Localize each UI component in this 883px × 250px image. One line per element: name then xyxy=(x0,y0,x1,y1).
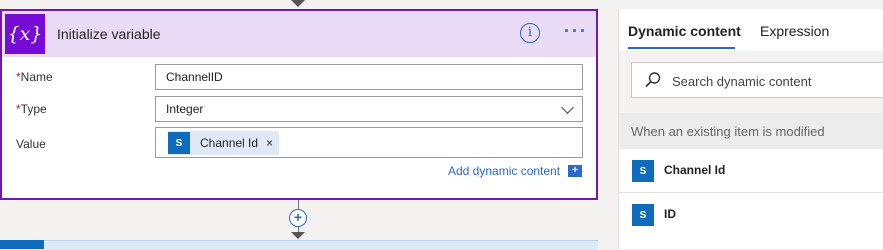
active-tab-indicator xyxy=(628,47,735,49)
initialize-variable-card: {x} Initialize variable i ··· *Name Chan… xyxy=(0,9,598,200)
down-arrow-icon xyxy=(291,232,305,239)
info-icon[interactable]: i xyxy=(520,23,540,43)
name-input-value: ChannelID xyxy=(166,70,223,84)
add-dynamic-content-link[interactable]: Add dynamic content xyxy=(448,164,560,178)
more-options-icon[interactable]: ··· xyxy=(564,22,588,40)
next-action-icon xyxy=(0,240,44,249)
dynamic-item-label: Channel Id xyxy=(664,163,726,177)
top-arrow-icon xyxy=(291,0,305,7)
sharepoint-icon: S xyxy=(168,132,190,154)
name-label: *Name xyxy=(16,70,53,84)
dynamic-item-channel-id[interactable]: S Channel Id xyxy=(619,149,883,193)
value-label: Value xyxy=(16,137,46,151)
name-input[interactable]: ChannelID xyxy=(155,64,583,90)
card-header[interactable]: {x} Initialize variable i ··· xyxy=(2,11,596,57)
sharepoint-icon: S xyxy=(632,204,654,226)
dynamic-item-id[interactable]: S ID xyxy=(619,193,883,237)
search-input[interactable]: Search dynamic content xyxy=(631,62,883,98)
tab-expression[interactable]: Expression xyxy=(760,23,829,39)
remove-token-icon[interactable]: × xyxy=(266,136,273,150)
name-label-text: Name xyxy=(20,70,53,84)
add-dynamic-content-icon[interactable]: + xyxy=(568,165,582,177)
tab-dynamic-content[interactable]: Dynamic content xyxy=(628,23,741,39)
card-title[interactable]: Initialize variable xyxy=(57,26,161,42)
type-select[interactable]: Integer xyxy=(155,96,583,122)
value-input[interactable]: S Channel Id × xyxy=(155,127,583,158)
type-label: *Type xyxy=(16,102,47,116)
token-label: Channel Id xyxy=(200,136,259,150)
search-area: Search dynamic content xyxy=(619,51,883,113)
dynamic-content-panel: Dynamic content Expression Search dynami… xyxy=(618,9,883,249)
variable-icon: {x} xyxy=(5,14,45,54)
chevron-down-icon[interactable] xyxy=(561,101,574,114)
add-step-button[interactable]: + xyxy=(289,209,307,227)
dynamic-item-label: ID xyxy=(664,207,676,221)
sharepoint-icon: S xyxy=(632,160,654,182)
group-title: When an existing item is modified xyxy=(631,124,825,139)
search-icon xyxy=(645,72,661,88)
type-select-value: Integer xyxy=(166,102,204,116)
trigger-group-header: When an existing item is modified xyxy=(619,113,883,149)
search-placeholder: Search dynamic content xyxy=(672,74,812,89)
type-label-text: Type xyxy=(20,102,47,116)
dynamic-token[interactable]: S Channel Id × xyxy=(168,131,280,155)
